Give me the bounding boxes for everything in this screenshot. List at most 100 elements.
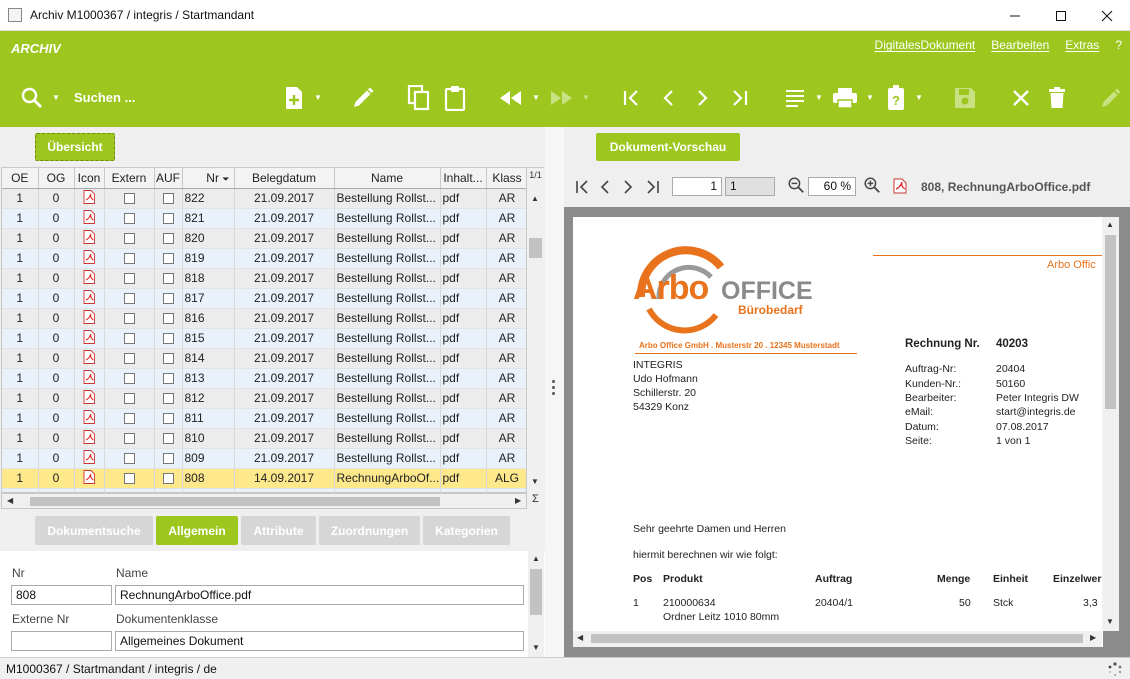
auf-checkbox[interactable]: [162, 413, 174, 425]
col-auf[interactable]: AUF: [154, 168, 183, 189]
next-record-button[interactable]: [691, 83, 715, 113]
last-page-icon[interactable]: [644, 179, 660, 195]
extern-checkbox[interactable]: [123, 193, 135, 205]
table-row[interactable]: 1 0 822 21.09.2017 Bestellung Rollst... pdf AR: [2, 188, 526, 209]
delete-button[interactable]: [1044, 83, 1070, 113]
auf-checkbox[interactable]: [162, 313, 174, 325]
auf-checkbox[interactable]: [162, 213, 174, 225]
splitter-grip-icon[interactable]: [552, 380, 556, 398]
zoom-in-icon[interactable]: [862, 177, 882, 193]
pdf-scroll-left-icon[interactable]: ◀: [577, 633, 583, 642]
auf-checkbox[interactable]: [162, 393, 174, 405]
col-nr[interactable]: Nr ⏷: [182, 168, 235, 189]
name-field[interactable]: RechnungArboOffice.pdf: [115, 585, 524, 605]
auf-checkbox[interactable]: [162, 193, 174, 205]
last-record-button[interactable]: [727, 83, 753, 113]
table-row[interactable]: 1 0 811 21.09.2017 Bestellung Rollst... pdf AR: [2, 408, 526, 429]
table-row[interactable]: 1 0 814 21.09.2017 Bestellung Rollst... pdf AR: [2, 348, 526, 369]
list-button[interactable]: [782, 83, 808, 113]
scroll-up-icon[interactable]: ▲: [531, 194, 539, 203]
edit-button[interactable]: [349, 83, 377, 113]
extern-checkbox[interactable]: [123, 413, 135, 425]
extern-checkbox[interactable]: [123, 293, 135, 305]
table-row[interactable]: 1 0 813 21.09.2017 Bestellung Rollst... pdf AR: [2, 368, 526, 389]
previous-record-button[interactable]: [656, 83, 680, 113]
auf-checkbox[interactable]: [162, 233, 174, 245]
detail-scroll-up-icon[interactable]: ▲: [532, 554, 540, 563]
print-dropdown-icon[interactable]: ▼: [866, 93, 874, 102]
auf-checkbox[interactable]: [162, 293, 174, 305]
detail-scroll-thumb[interactable]: [530, 569, 542, 615]
extern-checkbox[interactable]: [123, 313, 135, 325]
zoom-out-icon[interactable]: [786, 177, 806, 193]
pdf-scroll-thumb[interactable]: [1105, 235, 1116, 409]
extern-checkbox[interactable]: [123, 233, 135, 245]
col-belegdatum[interactable]: Belegdatum: [234, 168, 335, 189]
menu-digitales-dokument[interactable]: DigitalesDokument: [875, 38, 976, 52]
edit-disabled-button[interactable]: [1097, 83, 1125, 113]
col-oe[interactable]: OE: [2, 168, 39, 189]
extern-checkbox[interactable]: [123, 213, 135, 225]
maximize-button[interactable]: [1038, 0, 1084, 31]
copy-button[interactable]: [405, 83, 433, 113]
menu-extras[interactable]: Extras: [1065, 38, 1099, 52]
auf-checkbox[interactable]: [162, 433, 174, 445]
grid-vertical-scrollbar[interactable]: 1/1 ▲ ▼: [527, 167, 544, 493]
grid-horizontal-scrollbar[interactable]: ◀ ▶: [1, 493, 527, 509]
table-row[interactable]: 1 0 809 21.09.2017 Bestellung Rollst... pdf AR: [2, 448, 526, 469]
table-row[interactable]: 1 0 818 21.09.2017 Bestellung Rollst... pdf AR: [2, 268, 526, 289]
page-current-input[interactable]: 1: [672, 177, 722, 196]
scroll-right-icon[interactable]: ▶: [515, 496, 521, 505]
table-row[interactable]: 1 0 808 14.09.2017 RechnungArboOf... pdf ALG: [2, 468, 526, 489]
extern-checkbox[interactable]: [123, 353, 135, 365]
detail-scroll-down-icon[interactable]: ▼: [532, 643, 540, 652]
save-button[interactable]: [951, 83, 979, 113]
extern-checkbox[interactable]: [123, 333, 135, 345]
table-row[interactable]: 1 0 821 21.09.2017 Bestellung Rollst... pdf AR: [2, 208, 526, 229]
tab-zuordnungen[interactable]: Zuordnungen: [319, 516, 420, 545]
tab-kategorien[interactable]: Kategorien: [423, 516, 510, 545]
auf-checkbox[interactable]: [162, 473, 174, 485]
help-document-button[interactable]: ?: [883, 83, 909, 113]
close-button[interactable]: [1084, 0, 1130, 31]
auf-checkbox[interactable]: [162, 253, 174, 265]
col-extern[interactable]: Extern: [104, 168, 155, 189]
forward-dropdown-icon[interactable]: ▼: [582, 93, 590, 102]
table-row[interactable]: 1 0 812 21.09.2017 Bestellung Rollst... pdf AR: [2, 388, 526, 409]
search-label[interactable]: Suchen ...: [74, 90, 135, 105]
rewind-dropdown-icon[interactable]: ▼: [532, 93, 540, 102]
auf-checkbox[interactable]: [162, 353, 174, 365]
scroll-down-icon[interactable]: ▼: [531, 477, 539, 486]
col-klass[interactable]: Klass: [486, 168, 526, 189]
first-page-icon[interactable]: [575, 179, 591, 195]
col-icon[interactable]: Icon: [74, 168, 105, 189]
search-button[interactable]: [18, 83, 46, 113]
pdf-vertical-scrollbar[interactable]: ▲ ▼: [1102, 217, 1119, 631]
auf-checkbox[interactable]: [162, 333, 174, 345]
paste-button[interactable]: [441, 83, 469, 113]
extern-checkbox[interactable]: [123, 433, 135, 445]
table-row[interactable]: 1 0 810 21.09.2017 Bestellung Rollst... pdf AR: [2, 428, 526, 449]
externe-nr-field[interactable]: [11, 631, 112, 651]
list-dropdown-icon[interactable]: ▼: [815, 93, 823, 102]
extern-checkbox[interactable]: [123, 453, 135, 465]
scroll-left-icon[interactable]: ◀: [7, 496, 13, 505]
table-row[interactable]: 1 0 819 21.09.2017 Bestellung Rollst... pdf AR: [2, 248, 526, 269]
extern-checkbox[interactable]: [123, 473, 135, 485]
table-row[interactable]: 1 0 820 21.09.2017 Bestellung Rollst... pdf AR: [2, 228, 526, 249]
auf-checkbox[interactable]: [162, 453, 174, 465]
sum-icon[interactable]: Σ: [532, 493, 539, 505]
table-row[interactable]: 1 0 817 21.09.2017 Bestellung Rollst... pdf AR: [2, 288, 526, 309]
nr-field[interactable]: 808: [11, 585, 112, 605]
first-record-button[interactable]: [618, 83, 644, 113]
filter-icon[interactable]: ⏷: [222, 174, 229, 184]
tab-dokument-vorschau[interactable]: Dokument-Vorschau: [596, 133, 740, 161]
dokumentenklasse-field[interactable]: Allgemeines Dokument: [115, 631, 524, 651]
extern-checkbox[interactable]: [123, 393, 135, 405]
minimize-button[interactable]: [992, 0, 1038, 31]
detail-scrollbar[interactable]: ▲ ▼: [528, 551, 544, 657]
col-inhalt[interactable]: Inhalt...: [440, 168, 487, 189]
search-dropdown-icon[interactable]: ▼: [52, 93, 60, 102]
pdf-scroll-down-icon[interactable]: ▼: [1106, 617, 1114, 626]
pane-splitter[interactable]: [545, 127, 564, 657]
